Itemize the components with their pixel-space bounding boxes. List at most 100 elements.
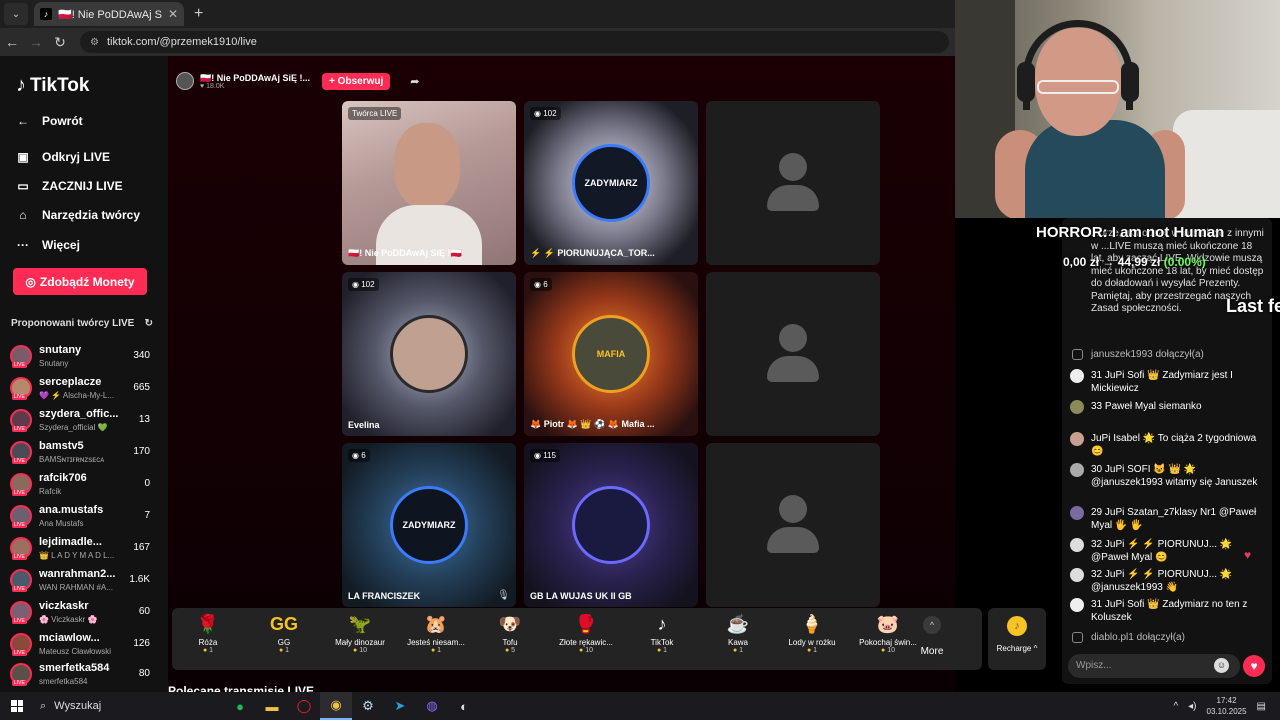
- get-coins-button[interactable]: ◎ Zdobądź Monety: [13, 268, 147, 295]
- recharge-label: Recharge ^: [996, 644, 1038, 653]
- gift-item[interactable]: GG GG ● 1: [252, 614, 316, 654]
- obs-icon[interactable]: ◐: [448, 692, 480, 720]
- forward-arrow-icon[interactable]: →: [24, 34, 48, 50]
- start-button[interactable]: [0, 692, 34, 720]
- guest-cell-host[interactable]: Twórca LIVE 🇵🇱! Nie PoDDAwAj SiĘ !🇵🇱: [342, 101, 516, 265]
- chrome-icon[interactable]: ◉: [320, 692, 352, 720]
- viewer-badge: ◉ 102: [530, 107, 561, 120]
- creator-item[interactable]: LIVE ana.mustafs Ana Mustafs 7: [10, 502, 152, 532]
- clock[interactable]: 17:42 03.10.2025: [1207, 695, 1247, 717]
- guest-label: 🇵🇱! Nie PoDDAwAj SiĘ !🇵🇱: [348, 248, 462, 258]
- emoji-icon[interactable]: ☺: [1214, 658, 1229, 673]
- avatar-text: ZADYMIARZ: [402, 520, 456, 530]
- creator-item[interactable]: LIVE bamstv5 BAMSɴᴛɪғʀɴᴢsᴇᴄᴀ 170: [10, 438, 152, 468]
- nav-label: Narzędzia twórcy: [42, 208, 141, 222]
- creator-item[interactable]: LIVE rafcik706 Rafcik 0: [10, 470, 152, 500]
- nav-creator-tools[interactable]: ⌂ Narzędzia twórcy: [16, 208, 140, 222]
- share-icon[interactable]: ➦: [410, 75, 419, 88]
- empty-seat[interactable]: [706, 443, 880, 607]
- nav-start-live[interactable]: ▭ ZACZNIJ LIVE: [16, 179, 122, 193]
- creator-item[interactable]: LIVE smerfetka584 smerfetka584 80: [10, 660, 152, 690]
- url-field[interactable]: ⚙ tiktok.com/@przemek1910/live: [80, 31, 949, 53]
- back-link[interactable]: ← Powrót: [16, 114, 83, 128]
- more-gifts-button[interactable]: ^ More: [912, 616, 952, 657]
- system-tray: ^ ◂) 17:42 03.10.2025 ▤: [1173, 692, 1266, 720]
- live-badge: LIVE: [12, 554, 27, 560]
- home-icon: ⌂: [19, 208, 27, 222]
- gift-price: ● 1: [806, 647, 818, 654]
- guest-cell[interactable]: ◉ 6 ZADYMIARZ LA FRANCISZEK 🎙: [342, 443, 516, 607]
- notification-icon[interactable]: ▤: [1257, 701, 1266, 712]
- telegram-icon[interactable]: ➤: [384, 692, 416, 720]
- creator-item[interactable]: LIVE serceplacze 💜 ⚡ Alscha-My-L... 665: [10, 374, 152, 404]
- taskbar-search[interactable]: ⌕ Wyszukaj: [34, 692, 224, 720]
- browser-tab[interactable]: ♪ 🇵🇱! Nie PoDDAwAj SiĘ 🇵🇱! I ✕: [34, 2, 184, 26]
- viewer-count: 340: [133, 350, 150, 361]
- tray-chevron-icon[interactable]: ^: [1173, 701, 1178, 712]
- live-badge: LIVE: [12, 458, 27, 464]
- nav-discover-live[interactable]: ▣ Odkryj LIVE: [16, 150, 110, 164]
- creator-name: mciawlow...: [39, 632, 100, 644]
- guest-cell[interactable]: ◉ 102 ZADYMIARZ ⚡ ⚡ PIORUNUJĄCA_TOR...: [524, 101, 698, 265]
- gift-name: Pokochaj świn...: [859, 638, 917, 647]
- back-arrow-icon[interactable]: ←: [0, 34, 24, 50]
- chat-text: 31 JuPi Sofi 👑 Zadymiarz jest I Mickiewi…: [1091, 370, 1233, 394]
- live-badge: LIVE: [12, 362, 27, 368]
- gift-item[interactable]: 🥊 Złote rękawic... ● 10: [554, 614, 618, 654]
- empty-seat[interactable]: [706, 272, 880, 436]
- creator-item[interactable]: LIVE snutany Snutany 340: [10, 342, 152, 372]
- creator-sub: Szydera_official 💚: [39, 423, 108, 432]
- creator-item[interactable]: LIVE wanrahman2... WAN RAHMAN #A... 1.6K: [10, 566, 152, 596]
- guest-cell[interactable]: ◉ 6 MAFIA 🦊 Piotr 🦊 👑 ⚽ 🦊 Mafia ...: [524, 272, 698, 436]
- camera-icon: ▭: [17, 179, 29, 193]
- gift-item[interactable]: 🐷 Pokochaj świn... ● 10: [856, 614, 920, 654]
- host-avatar[interactable]: [176, 72, 194, 90]
- tab-search-chevron-icon[interactable]: ⌄: [4, 3, 28, 25]
- messenger-icon[interactable]: ◍: [416, 692, 448, 720]
- creator-sub: 👑 L A D Y M A D L...: [39, 551, 115, 560]
- gift-item[interactable]: 🍦 Lody w rożku ● 1: [780, 614, 844, 654]
- creator-item[interactable]: LIVE viczkaskr 🌸 Viczkaskr 🌸 60: [10, 598, 152, 628]
- creator-item[interactable]: LIVE mciawlow... Mateusz Cławłowski 126: [10, 630, 152, 660]
- chat-text: JuPi Isabel 🌟 To ciąża 2 tygodniowa 😊: [1091, 433, 1257, 457]
- guest-label: Evelina: [348, 420, 380, 430]
- steam-icon[interactable]: ⚙: [352, 692, 384, 720]
- creator-name: szydera_offic...: [39, 408, 119, 420]
- gift-item[interactable]: ♪ TikTok ● 1: [630, 614, 694, 654]
- refresh-icon[interactable]: ↻: [145, 318, 153, 329]
- gift-item[interactable]: 🐶 Tofu ● 5: [478, 614, 542, 654]
- volume-icon[interactable]: ◂): [1188, 701, 1196, 712]
- recharge-button[interactable]: ♪ Recharge ^: [988, 608, 1046, 670]
- gift-price: ● 5: [504, 647, 516, 654]
- reload-icon[interactable]: ↻: [48, 34, 72, 51]
- price-change: (0.00%): [1163, 255, 1206, 269]
- creator-item[interactable]: LIVE lejdimadle... 👑 L A D Y M A D L... …: [10, 534, 152, 564]
- gift-item[interactable]: ☕ Kawa ● 1: [706, 614, 770, 654]
- creator-item[interactable]: LIVE szydera_offic... Szydera_official 💚…: [10, 406, 152, 436]
- new-tab-icon[interactable]: +: [194, 5, 203, 23]
- file-explorer-icon[interactable]: ▬: [256, 692, 288, 720]
- close-tab-icon[interactable]: ✕: [168, 7, 178, 21]
- game-title-overlay: HORROR: I am not Human: [1036, 224, 1225, 241]
- guest-cell[interactable]: ◉ 102 Evelina: [342, 272, 516, 436]
- guest-cell[interactable]: ◉ 115 GB LA WUJAS UK II GB: [524, 443, 698, 607]
- tiktok-logo[interactable]: ♪ TikTok: [16, 74, 89, 97]
- live-badge: LIVE: [12, 426, 27, 432]
- like-heart-button[interactable]: ♥: [1243, 655, 1265, 677]
- site-info-icon[interactable]: ⚙: [90, 37, 99, 48]
- gift-item[interactable]: 🌹 Róża ● 1: [176, 614, 240, 654]
- empty-seat[interactable]: [706, 101, 880, 265]
- gift-bar: 🌹 Róża ● 1 GG GG ● 1 🦖 Mały dinozaur ● 10 🐹 Jes…: [172, 608, 982, 670]
- spotify-icon[interactable]: ●: [224, 692, 256, 720]
- creator-name: wanrahman2...: [39, 568, 116, 580]
- follow-button[interactable]: + Obserwuj: [322, 72, 391, 90]
- opera-icon[interactable]: ◯: [288, 692, 320, 720]
- host-name[interactable]: 🇵🇱! Nie PoDDAwAj SiĘ !...: [200, 73, 310, 83]
- coffee-icon: ☕: [726, 614, 750, 634]
- gift-item[interactable]: 🐹 Jesteś niesam... ● 1: [404, 614, 468, 654]
- headphone-cup: [1017, 62, 1035, 102]
- nav-more[interactable]: ··· Więcej: [16, 238, 80, 252]
- gift-item[interactable]: 🦖 Mały dinozaur ● 10: [328, 614, 392, 654]
- search-icon: ⌕: [40, 699, 47, 712]
- viewer-count: 6: [361, 451, 366, 460]
